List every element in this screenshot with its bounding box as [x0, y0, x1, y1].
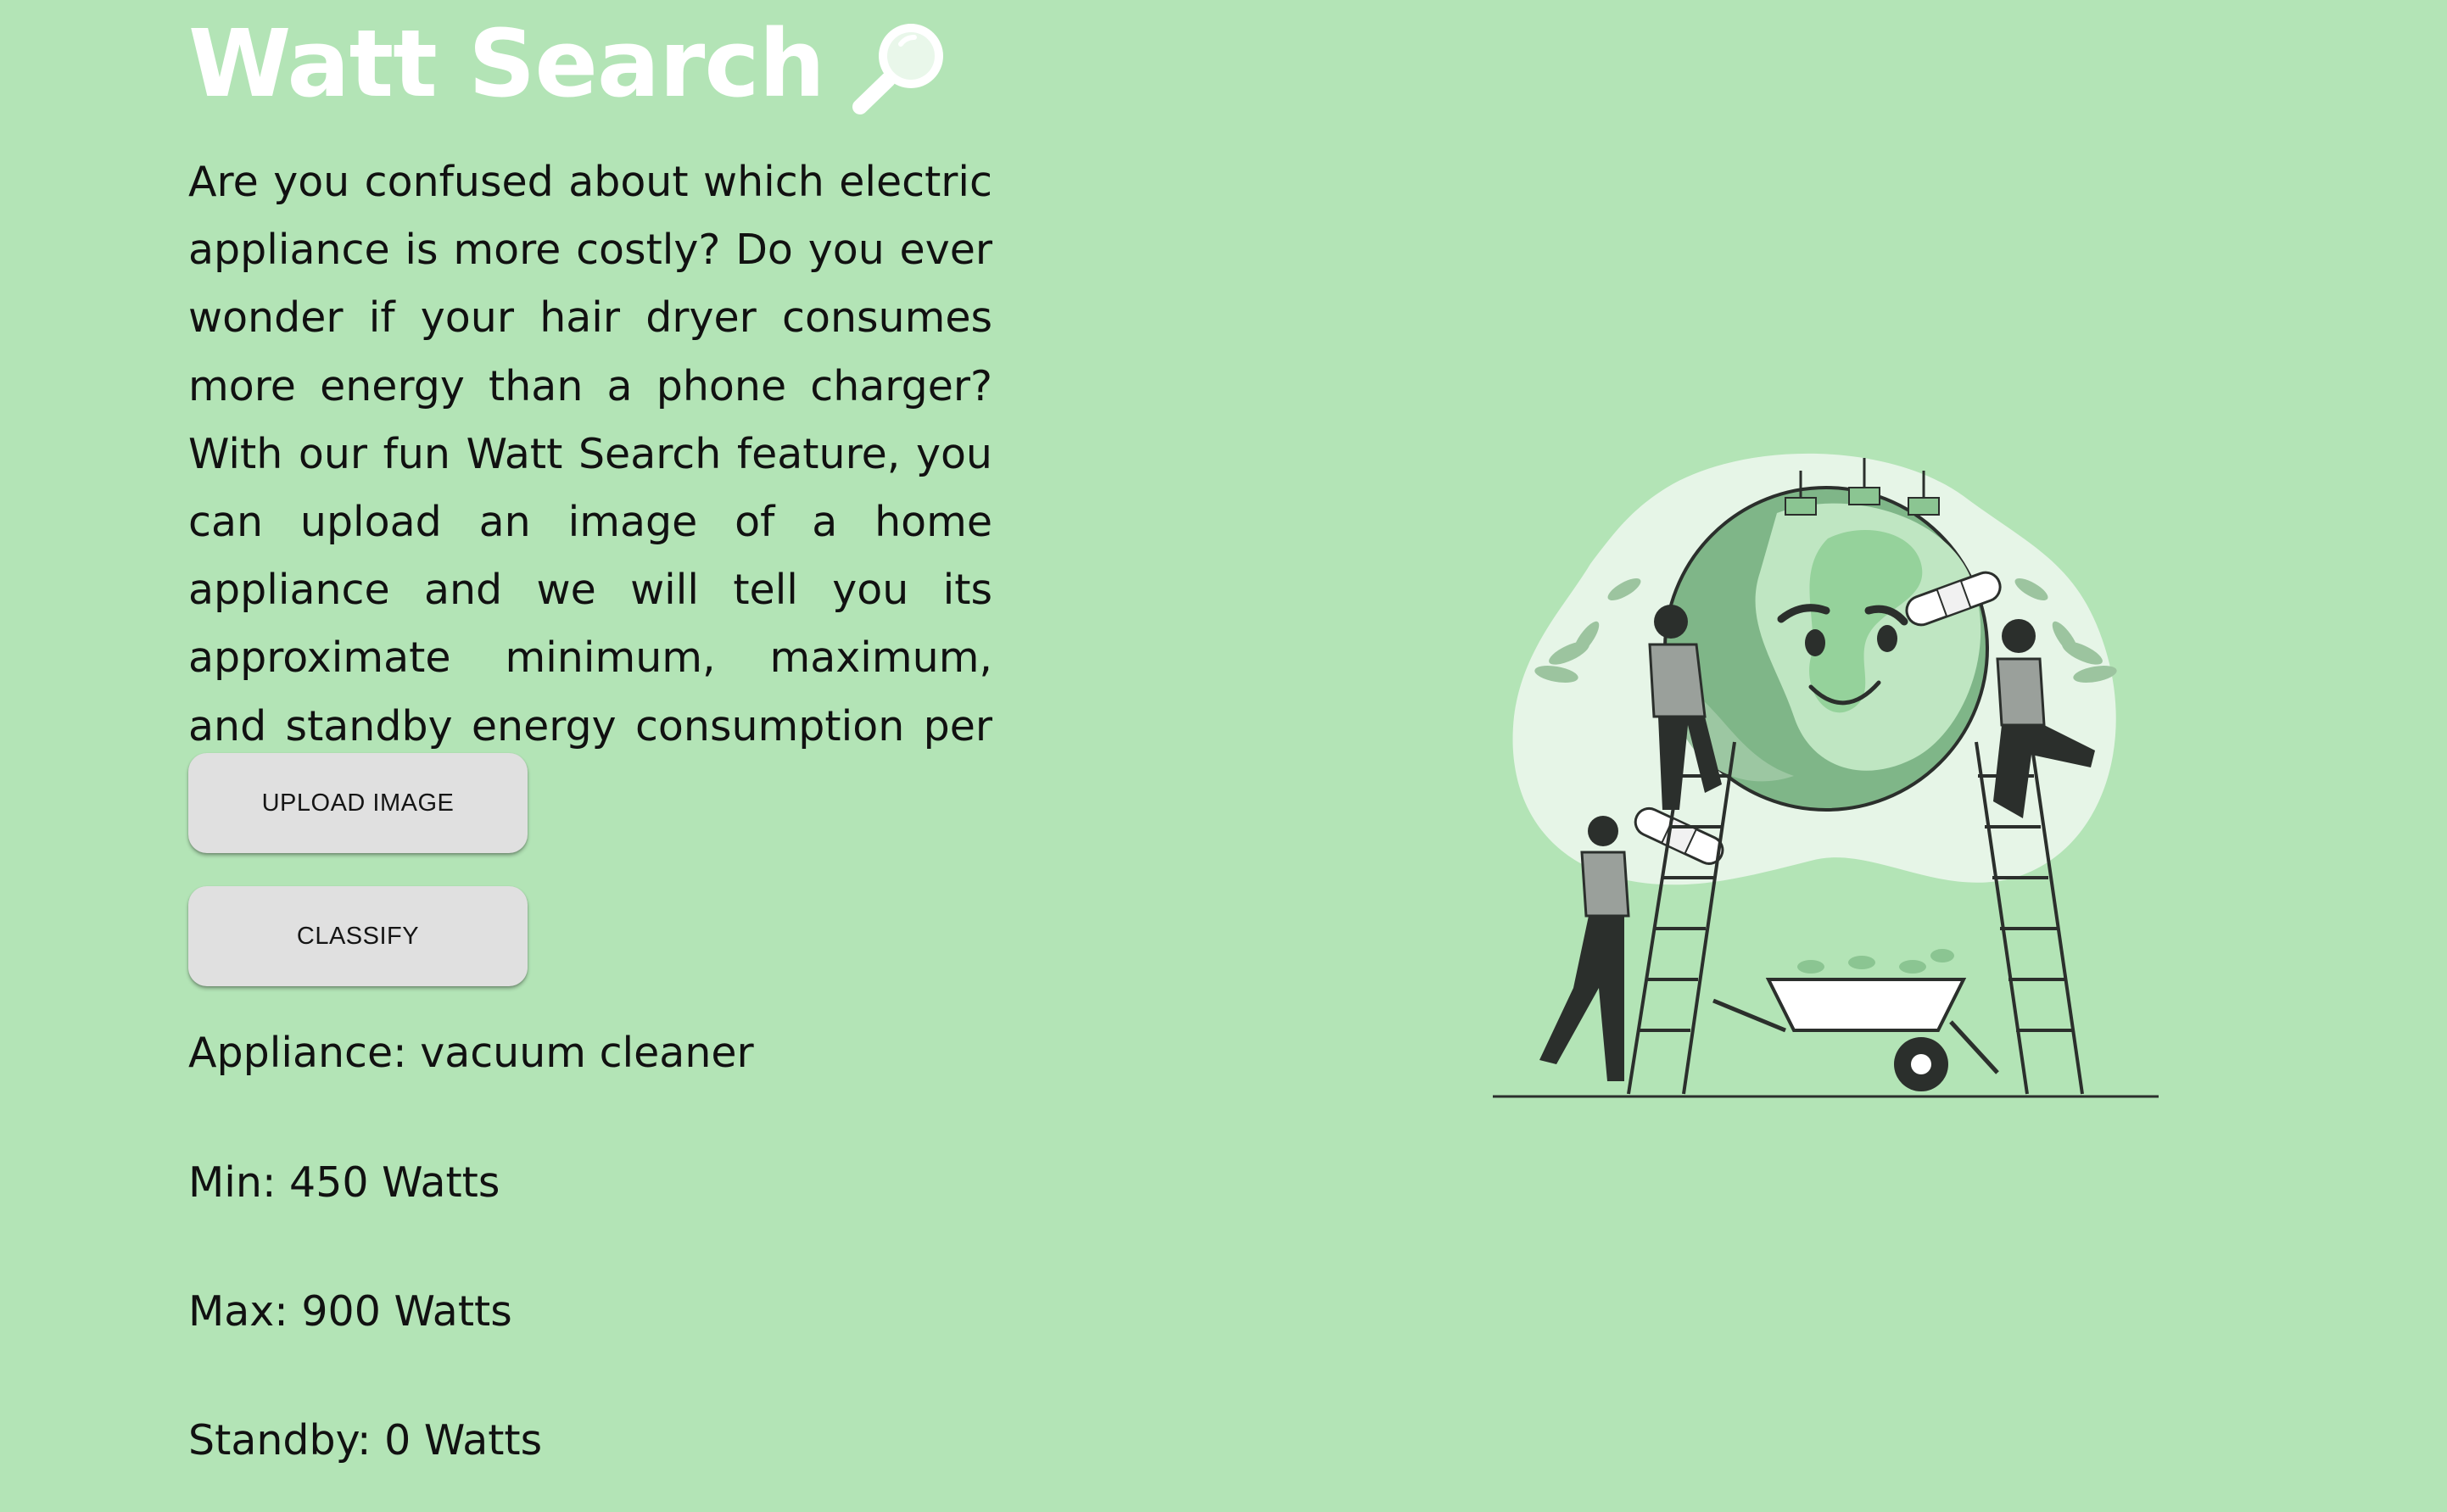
- page-title-text: Watt Search: [188, 9, 825, 118]
- intro-description: Are you confused about which electric ap…: [188, 158, 992, 818]
- result-appliance: Appliance: vacuum cleaner: [188, 1029, 754, 1077]
- magnifying-glass-icon: [850, 15, 952, 140]
- page-title: Watt Search: [188, 8, 952, 140]
- result-min-watts: Min: 450 Watts: [188, 1158, 500, 1207]
- result-max-watts: Max: 900 Watts: [188, 1287, 512, 1336]
- result-standby-watts: Standby: 0 Watts: [188, 1416, 543, 1465]
- earth-care-illustration: [1489, 437, 2167, 1115]
- upload-image-button[interactable]: UPLOAD IMAGE: [188, 753, 528, 853]
- classify-button[interactable]: CLASSIFY: [188, 886, 528, 986]
